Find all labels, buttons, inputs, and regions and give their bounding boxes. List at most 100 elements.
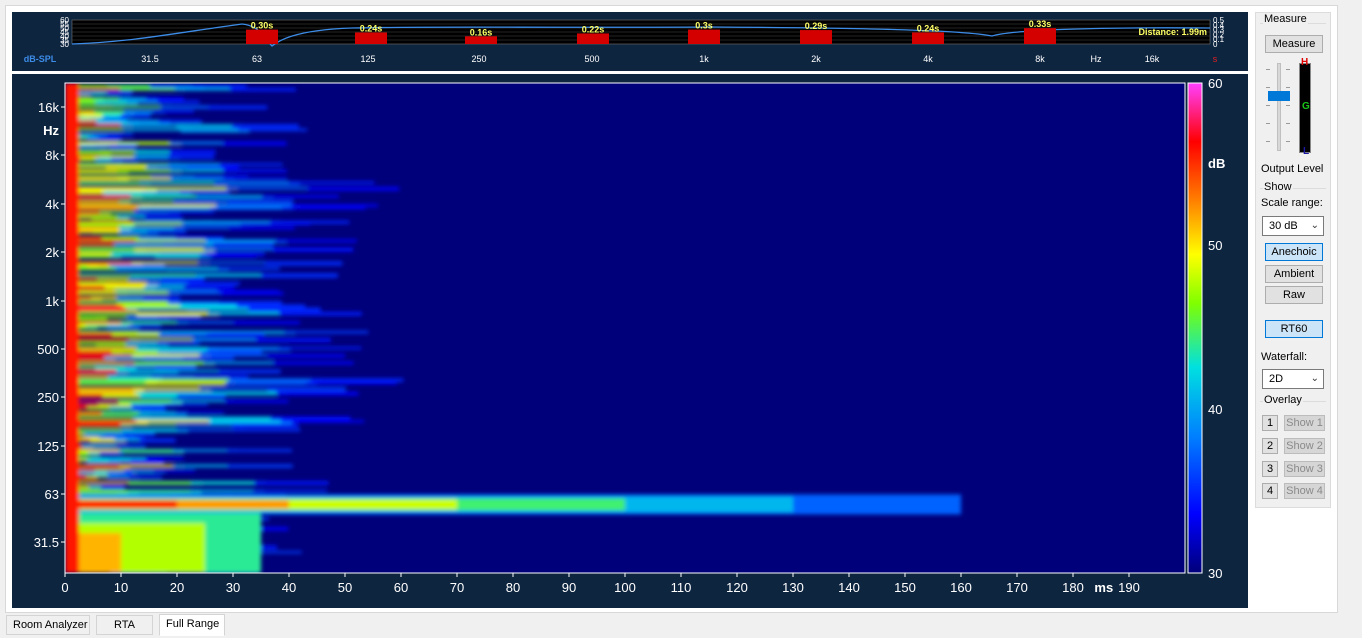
waterfall-x-tick: 30 (226, 580, 240, 595)
chevron-down-icon: ⌄ (1310, 373, 1319, 384)
show-group-label: Show (1263, 181, 1293, 193)
waterfall-streak (130, 273, 207, 277)
waterfall-streak (187, 281, 240, 286)
waterfall-x-tick: ms (1094, 580, 1113, 595)
waterfall-streak (111, 157, 138, 161)
rt60-strip: 605550454035300.50.40.30.20.100.30s 0.24s… (24, 16, 1225, 64)
overlay-2-button[interactable]: 2 (1262, 438, 1278, 454)
waterfall-streak (110, 144, 137, 149)
waterfall-streak (276, 391, 359, 396)
rt60-x-tick: 2k (811, 54, 821, 64)
meter-high-label: H (1301, 57, 1309, 68)
waterfall-x-tick: 10 (114, 580, 128, 595)
overlay-1-show-button[interactable]: Show 1 (1284, 415, 1325, 431)
waterfall-x-tick: 110 (671, 580, 692, 595)
output-level-slider-thumb[interactable] (1268, 91, 1290, 101)
waterfall-streak (223, 177, 288, 180)
colorbar (1187, 82, 1203, 574)
waterfall-streak (218, 369, 281, 374)
waterfall-streak (130, 459, 164, 464)
scale-range-select[interactable]: 30 dB ⌄ (1262, 216, 1324, 236)
waterfall-streak (229, 87, 297, 92)
overlay-2-show-button[interactable]: Show 2 (1284, 438, 1325, 454)
overlay-4-show-button[interactable]: Show 4 (1284, 483, 1325, 499)
raw-button[interactable]: Raw (1265, 286, 1323, 304)
rt60-value-label: 0.22s (582, 24, 605, 34)
overlay-4-button[interactable]: 4 (1262, 483, 1278, 499)
waterfall-y-tick: 4k (45, 197, 59, 212)
waterfall-streak (202, 416, 282, 421)
rt60-button[interactable]: RT60 (1265, 320, 1323, 338)
rt60-x-tick: s (1213, 54, 1218, 64)
rt60-x-tick: 8k (1035, 54, 1045, 64)
waterfall-streak (288, 181, 375, 185)
rt60-bar (688, 29, 720, 44)
colorbar-min-label: 30 (1208, 566, 1222, 581)
waterfall-x-tick: 150 (894, 580, 916, 595)
waterfall-streak (142, 296, 180, 301)
waterfall-streak (163, 403, 208, 407)
rt60-x-tick: 250 (471, 54, 486, 64)
rt60-right-tick: 0 (1213, 40, 1218, 49)
waterfall-streak (222, 169, 287, 173)
waterfall-streak (272, 361, 354, 365)
waterfall-streak (107, 133, 133, 136)
overlay-3-button[interactable]: 3 (1262, 461, 1278, 477)
waterfall-y-tick: 250 (37, 390, 59, 405)
waterfall-streak (201, 220, 282, 224)
waterfall-streak (187, 165, 240, 169)
waterfall-streak (255, 338, 331, 343)
waterfall-streak (205, 239, 287, 244)
waterfall-streak (130, 195, 208, 198)
ambient-button[interactable]: Ambient (1265, 265, 1323, 283)
waterfall-streak (207, 311, 291, 316)
waterfall-streak (267, 387, 346, 392)
waterfall-streak (208, 420, 293, 424)
chevron-down-icon: ⌄ (1310, 220, 1319, 231)
waterfall-streak (134, 361, 215, 366)
waterfall-x-tick: 120 (726, 580, 748, 595)
waterfall-streak (227, 464, 293, 468)
overlay-group-label: Overlay (1263, 394, 1303, 406)
overlay-1-button[interactable]: 1 (1262, 415, 1278, 431)
waterfall-streak (132, 406, 166, 411)
waterfall-streak (139, 438, 176, 443)
waterfall-streak (123, 432, 155, 437)
slider-tick (1266, 87, 1270, 88)
rt60-bar (465, 36, 497, 44)
anechoic-button[interactable]: Anechoic (1265, 243, 1323, 261)
waterfall-streak (146, 378, 240, 382)
rt60-x-tick: 1k (699, 54, 709, 64)
waterfall-streak (161, 277, 205, 282)
waterfall-streak (240, 222, 311, 226)
waterfall-select[interactable]: 2D ⌄ (1262, 369, 1324, 389)
control-panel: Measure Measure H G L Output Level Show … (1255, 12, 1331, 508)
output-level-slider-track[interactable] (1277, 63, 1281, 151)
measure-button[interactable]: Measure (1265, 35, 1323, 53)
waterfall-x-tick: 40 (282, 580, 296, 595)
waterfall-streak (226, 449, 292, 452)
waterfall-streak (227, 199, 294, 204)
overlay-3-show-button[interactable]: Show 3 (1284, 461, 1325, 477)
waterfall-x-tick: 50 (338, 580, 352, 595)
waterfall-streak (153, 469, 195, 473)
rt60-x-tick: 63 (252, 54, 262, 64)
waterfall-x-tick: 0 (61, 580, 68, 595)
waterfall-plot[interactable]: 16k Hz 8k 4k 2k 1k 500 250 125 63 31.5 0 10 20 30 40 50 6… (12, 74, 1248, 608)
waterfall-x-tick: 160 (950, 580, 972, 595)
waterfall-streak (132, 387, 211, 391)
slider-tick (1266, 105, 1270, 106)
waterfall-streak (157, 341, 200, 345)
tab-full-range[interactable]: Full Range (159, 614, 225, 636)
waterfall-y-tick: 2k (45, 245, 59, 260)
waterfall-streak (204, 350, 262, 354)
waterfall-label: Waterfall: (1261, 351, 1308, 363)
waterfall-streak (248, 307, 321, 312)
tab-rta[interactable]: RTA (96, 615, 153, 635)
tab-room-analyzer[interactable]: Room Analyzer (6, 615, 90, 635)
slider-tick (1266, 69, 1270, 70)
waterfall-x-tick: 60 (394, 580, 408, 595)
waterfall-streak (128, 475, 162, 478)
rt60-x-tick: 4k (923, 54, 933, 64)
waterfall-streak (147, 230, 186, 234)
